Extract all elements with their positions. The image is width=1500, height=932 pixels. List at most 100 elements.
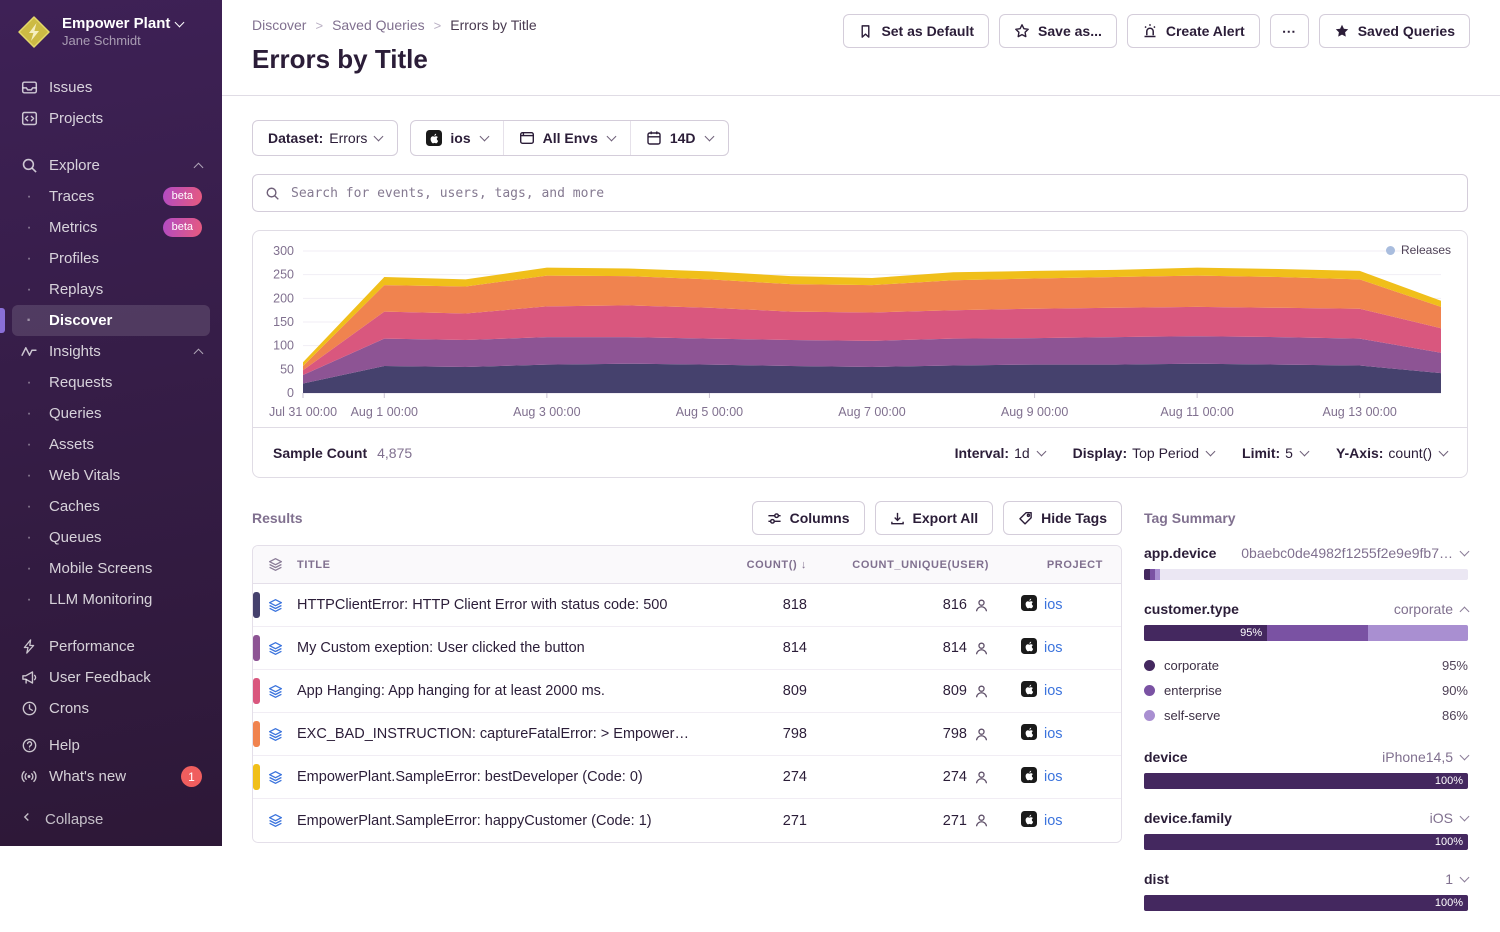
sidebar-item-caches[interactable]: ·Caches bbox=[12, 491, 210, 522]
stack-icon[interactable] bbox=[253, 813, 297, 828]
sidebar-item-replays[interactable]: ·Replays bbox=[12, 274, 210, 305]
columns-button[interactable]: Columns bbox=[752, 501, 865, 535]
create-alert-button[interactable]: Create Alert bbox=[1127, 14, 1260, 48]
export-all-button[interactable]: Export All bbox=[875, 501, 994, 535]
download-icon bbox=[890, 511, 905, 526]
breadcrumb-discover[interactable]: Discover bbox=[252, 17, 306, 33]
tag-distribution-bar: 100% bbox=[1144, 895, 1468, 911]
error-title-link[interactable]: EmpowerPlant.SampleError: bestDeveloper … bbox=[297, 769, 705, 785]
sidebar-item-label: Caches bbox=[49, 498, 100, 515]
sidebar-item-explore[interactable]: Explore bbox=[12, 150, 210, 181]
bullet-icon: · bbox=[20, 591, 38, 609]
sidebar-item-insights[interactable]: Insights bbox=[12, 336, 210, 367]
project-link[interactable]: ios bbox=[1044, 683, 1063, 699]
tag-section-device-family: device.familyiOS100% bbox=[1144, 810, 1468, 850]
sidebar-item-metrics[interactable]: ·Metricsbeta bbox=[12, 212, 210, 243]
sidebar-item-performance[interactable]: Performance bbox=[12, 631, 210, 662]
tag-value-toggle[interactable]: corporate bbox=[1394, 601, 1468, 617]
legend-percent: 86% bbox=[1442, 708, 1468, 723]
breadcrumb-separator: > bbox=[434, 18, 442, 33]
column-title[interactable]: TITLE bbox=[297, 559, 705, 571]
error-title-link[interactable]: App Hanging: App hanging for at least 20… bbox=[297, 683, 705, 699]
chevron-down-icon bbox=[1460, 751, 1470, 761]
sidebar-item-mobile-screens[interactable]: ·Mobile Screens bbox=[12, 553, 210, 584]
tag-distribution-bar: 95% bbox=[1144, 625, 1468, 641]
sidebar-item-queues[interactable]: ·Queues bbox=[12, 522, 210, 553]
star-outline-icon bbox=[1014, 23, 1030, 39]
series-color-strip bbox=[253, 592, 260, 618]
tag-section-app-device: app.device 0baebc0de4982f1255f2e9e9fb7… bbox=[1144, 545, 1468, 580]
column-project[interactable]: PROJECT bbox=[999, 559, 1121, 571]
search-input[interactable] bbox=[289, 185, 1455, 202]
sidebar-item-label: Explore bbox=[49, 157, 100, 174]
apple-ios-icon bbox=[426, 130, 442, 146]
more-options-button[interactable]: ⋯ bbox=[1270, 14, 1309, 48]
sidebar-item-help[interactable]: Help bbox=[12, 730, 210, 761]
sidebar-item-requests[interactable]: ·Requests bbox=[12, 367, 210, 398]
project-link[interactable]: ios bbox=[1044, 640, 1063, 656]
sidebar-item-issues[interactable]: Issues bbox=[12, 72, 210, 103]
sidebar-item-user-feedback[interactable]: User Feedback bbox=[12, 662, 210, 693]
project-link[interactable]: ios bbox=[1044, 813, 1063, 829]
project-link[interactable]: ios bbox=[1044, 769, 1063, 785]
legend-dot bbox=[1144, 685, 1155, 696]
error-title-link[interactable]: My Custom exeption: User clicked the but… bbox=[297, 640, 705, 656]
sidebar-item-what-s-new[interactable]: What's new1 bbox=[12, 761, 210, 792]
svg-text:Aug 11 00:00: Aug 11 00:00 bbox=[1160, 405, 1233, 419]
legend-dot bbox=[1144, 660, 1155, 671]
svg-text:Aug 7 00:00: Aug 7 00:00 bbox=[838, 405, 905, 419]
date-range-selector[interactable]: 14D bbox=[630, 121, 728, 155]
table-row: EmpowerPlant.SampleError: happyCustomer … bbox=[253, 799, 1121, 842]
project-selector[interactable]: ios bbox=[411, 121, 502, 155]
sidebar-item-queries[interactable]: ·Queries bbox=[12, 398, 210, 429]
sidebar-item-discover[interactable]: ·Discover bbox=[12, 305, 210, 336]
saved-queries-button[interactable]: Saved Queries bbox=[1319, 14, 1470, 48]
releases-legend-label: Releases bbox=[1401, 243, 1451, 257]
breadcrumb-separator: > bbox=[315, 18, 323, 33]
tag-key: app.device bbox=[1144, 545, 1216, 561]
sidebar-item-projects[interactable]: Projects bbox=[12, 103, 210, 134]
count-unique-value: 814 bbox=[943, 640, 967, 656]
sample-count-value: 4,875 bbox=[377, 445, 412, 461]
breadcrumb-saved-queries[interactable]: Saved Queries bbox=[332, 17, 425, 33]
calendar-icon bbox=[646, 130, 662, 146]
display-selector[interactable]: Display:Top Period bbox=[1073, 445, 1214, 461]
environment-selector[interactable]: All Envs bbox=[503, 121, 630, 155]
dataset-selector[interactable]: Dataset: Errors bbox=[252, 120, 398, 156]
error-title-link[interactable]: HTTPClientError: HTTP Client Error with … bbox=[297, 597, 705, 613]
sidebar-item-traces[interactable]: ·Tracesbeta bbox=[12, 181, 210, 212]
project-link[interactable]: ios bbox=[1044, 597, 1063, 613]
set-as-default-button[interactable]: Set as Default bbox=[843, 14, 989, 48]
hide-tags-button[interactable]: Hide Tags bbox=[1003, 501, 1122, 535]
tag-value-toggle[interactable]: 0baebc0de4982f1255f2e9e9fb7… bbox=[1241, 545, 1468, 561]
sidebar-item-llm-monitoring[interactable]: ·LLM Monitoring bbox=[12, 584, 210, 615]
performance-icon bbox=[20, 638, 38, 655]
interval-selector[interactable]: Interval:1d bbox=[955, 445, 1045, 461]
column-count-unique-user[interactable]: COUNT_UNIQUE(USER) bbox=[817, 559, 999, 571]
series-color-strip bbox=[253, 721, 260, 747]
sidebar-item-crons[interactable]: Crons bbox=[12, 693, 210, 724]
tag-value-toggle[interactable]: iPhone14,5 bbox=[1382, 749, 1468, 765]
insights-icon bbox=[20, 343, 38, 360]
chart-legend[interactable]: Releases bbox=[1386, 243, 1451, 257]
sidebar-item-assets[interactable]: ·Assets bbox=[12, 429, 210, 460]
notification-badge: 1 bbox=[181, 766, 202, 787]
tag-top-value: corporate bbox=[1394, 601, 1453, 617]
sidebar-item-web-vitals[interactable]: ·Web Vitals bbox=[12, 460, 210, 491]
sidebar-item-profiles[interactable]: ·Profiles bbox=[12, 243, 210, 274]
apple-ios-icon bbox=[1021, 638, 1037, 658]
limit-selector[interactable]: Limit:5 bbox=[1242, 445, 1308, 461]
tag-distribution-bar bbox=[1144, 569, 1468, 580]
chevron-down-icon bbox=[175, 17, 185, 27]
save-as-button[interactable]: Save as... bbox=[999, 14, 1117, 48]
column-count[interactable]: COUNT() ↓ bbox=[705, 559, 817, 571]
error-title-link[interactable]: EmpowerPlant.SampleError: happyCustomer … bbox=[297, 813, 705, 829]
project-link[interactable]: ios bbox=[1044, 726, 1063, 742]
error-title-link[interactable]: EXC_BAD_INSTRUCTION: captureFatalError: … bbox=[297, 726, 705, 742]
sidebar-collapse-button[interactable]: Collapse bbox=[0, 794, 222, 846]
tag-value-toggle[interactable]: iOS bbox=[1430, 810, 1468, 826]
org-switcher[interactable]: Empower Plant Jane Schmidt bbox=[0, 0, 222, 56]
y-axis-selector[interactable]: Y-Axis:count() bbox=[1336, 445, 1447, 461]
tag-value-toggle[interactable]: 1 bbox=[1445, 871, 1468, 887]
tag-icon bbox=[1018, 511, 1033, 526]
